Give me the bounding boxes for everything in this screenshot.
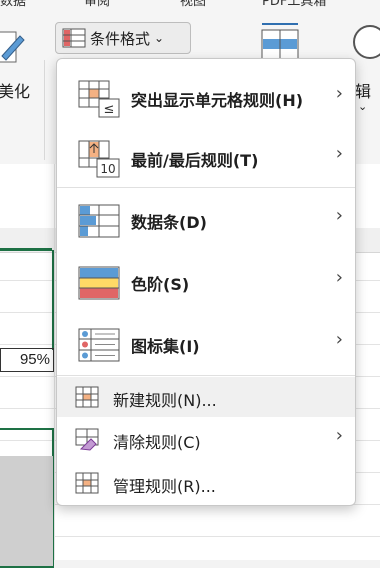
top-bottom-icon: 10	[78, 140, 120, 178]
chevron-down-icon[interactable]: ⌄	[358, 100, 367, 113]
edit-label: 辑	[355, 82, 372, 101]
chevron-right-icon: ›	[335, 267, 343, 288]
highlight-cells-icon: ≤	[78, 80, 120, 118]
beautify-icon[interactable]	[0, 30, 30, 66]
chevron-right-icon: ›	[335, 143, 343, 164]
menu-item-data-bars[interactable]: 数据条(D) ›	[57, 193, 355, 249]
menu-item-new-rule[interactable]: 新建规则(N)...	[57, 377, 355, 417]
menu-item-highlight-cells[interactable]: ≤ 突出显示单元格规则(H) ›	[57, 71, 355, 127]
clear-rules-icon	[75, 428, 99, 451]
manage-rules-icon	[75, 472, 99, 494]
menu-item-icon-sets[interactable]: 图标集(I) ›	[57, 317, 355, 373]
svg-text:≤: ≤	[104, 102, 115, 117]
selected-column-indicator	[0, 248, 52, 251]
menu-item-top-bottom[interactable]: 10 最前/最后规则(T) ›	[57, 131, 355, 187]
menu-item-label: 最前/最后规则(T)	[131, 151, 259, 170]
chevron-down-icon: ⌄	[154, 31, 165, 45]
color-scales-icon	[78, 266, 120, 300]
menu-item-color-scales[interactable]: 色阶(S) ›	[57, 255, 355, 311]
new-rule-icon	[75, 386, 99, 408]
data-bars-icon	[78, 204, 120, 238]
chevron-right-icon: ›	[335, 83, 343, 104]
ribbon-separator	[44, 60, 45, 160]
menu-item-label: 新建规则(N)...	[113, 391, 217, 410]
chevron-right-icon: ›	[335, 205, 343, 226]
menu-divider	[57, 375, 355, 376]
tab-view[interactable]: 视图	[180, 0, 206, 9]
icon-sets-icon	[78, 328, 120, 362]
menu-item-label: 清除规则(C)	[113, 433, 201, 452]
menu-divider	[57, 187, 355, 188]
menu-item-label: 色阶(S)	[131, 275, 190, 294]
conditional-format-icon	[62, 28, 86, 48]
menu-item-label: 管理规则(R)...	[113, 477, 216, 496]
percent-cell[interactable]: 95%	[0, 348, 54, 372]
conditional-format-button[interactable]: 条件格式 ⌄	[55, 22, 191, 54]
chevron-right-icon: ›	[335, 329, 343, 350]
chevron-right-icon: ›	[335, 425, 343, 446]
conditional-format-label: 条件格式	[90, 29, 151, 48]
shaded-cells	[0, 456, 53, 566]
menu-item-label: 突出显示单元格规则(H)	[131, 91, 304, 110]
menu-item-clear-rules[interactable]: 清除规则(C) ›	[57, 419, 355, 459]
svg-text:10: 10	[100, 162, 115, 176]
beautify-label: 美化	[0, 82, 31, 101]
tab-review[interactable]: 审阅	[84, 0, 110, 9]
menu-item-manage-rules[interactable]: 管理规则(R)...	[57, 463, 355, 503]
menu-item-label: 数据条(D)	[131, 213, 207, 232]
menu-item-label: 图标集(I)	[131, 337, 200, 356]
selection-border	[52, 250, 54, 350]
tab-pdf[interactable]: PDF工具箱	[262, 0, 326, 9]
conditional-format-menu: ≤ 突出显示单元格规则(H) › 10 最前/最后规则(T) › 数据条(D)	[56, 58, 356, 506]
tab-data[interactable]: 数据	[0, 0, 26, 9]
